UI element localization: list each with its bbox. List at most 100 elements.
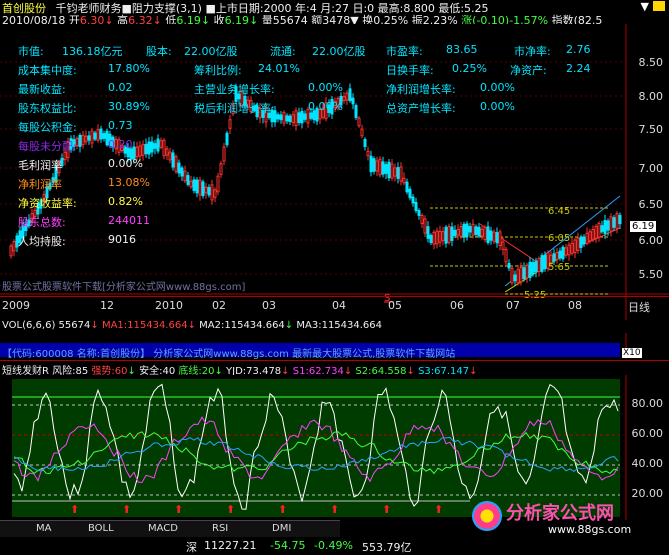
arrow-down-icon: ↓	[187, 320, 196, 331]
fund-value: 0.25%	[452, 62, 487, 75]
candle-body	[141, 144, 145, 156]
fund-label: 股本:	[146, 45, 172, 58]
lock-icon[interactable]	[653, 1, 665, 11]
fund-label: 净资产:	[510, 64, 547, 77]
fund-label: 成本集中度:	[18, 64, 77, 77]
price-tick: 7.00	[638, 162, 664, 175]
buy-arrow-icon: ⬆	[330, 503, 339, 516]
arrow-down-icon: ↓	[284, 320, 294, 331]
fund-label: 总资产增长率:	[386, 102, 456, 115]
candle-body	[498, 231, 502, 246]
fund-label: 日换手率:	[386, 64, 434, 77]
candle-body	[384, 164, 388, 174]
candle-body	[366, 150, 370, 157]
candle-body	[99, 128, 103, 140]
indicator-tick: 60.00	[631, 427, 664, 440]
candle-body	[12, 241, 16, 252]
fund-label: 毛利润率	[18, 159, 62, 172]
period-label[interactable]: 日线	[628, 299, 650, 315]
fund-label: 市盈率:	[386, 45, 423, 58]
fund-value: 22.00亿股	[312, 45, 366, 58]
candle-body	[309, 112, 313, 119]
indicator-header: 短线发财R 风险:85 强势:60↓ 安全:40 底线:20↓ YJD:73.4…	[0, 360, 669, 377]
candle-body	[87, 135, 91, 141]
candle-body	[207, 187, 211, 196]
time-tick: 08	[568, 299, 582, 312]
candle-body	[147, 141, 151, 155]
fund-value: 9016	[108, 233, 136, 246]
candle-body	[462, 223, 466, 238]
candle-body	[450, 226, 454, 241]
tab-rsi[interactable]: RSI	[212, 523, 228, 534]
fund-value: 0.02	[108, 81, 133, 94]
candle-body	[435, 230, 439, 245]
tab-dmi[interactable]: DMI	[272, 523, 291, 534]
candle-body	[540, 255, 544, 272]
candle-body	[528, 261, 532, 278]
candle-body	[411, 196, 415, 204]
candle-body	[576, 237, 580, 251]
candle-body	[522, 267, 526, 280]
tab-ma[interactable]: MA	[36, 523, 51, 534]
candle-body	[423, 218, 427, 234]
candle-body	[537, 258, 541, 272]
fund-value: 0.82%	[108, 195, 143, 208]
tab-boll[interactable]: BOLL	[88, 523, 114, 534]
candle-body	[348, 88, 352, 101]
level-label-3: 5.65	[548, 262, 571, 273]
candle-body	[381, 161, 385, 175]
candle-body	[615, 213, 619, 229]
buy-arrow-icon: ⬆	[70, 503, 79, 516]
candle-body	[9, 245, 13, 257]
candle-body	[195, 179, 199, 194]
tab-macd[interactable]: MACD	[148, 523, 178, 534]
vol-ma3: MA3:115434.664	[296, 320, 383, 331]
candle-body	[597, 222, 601, 238]
candle-body	[342, 96, 346, 102]
candle-body	[288, 115, 292, 123]
candle-body	[210, 184, 214, 201]
candle-body	[405, 181, 409, 193]
candle-body	[489, 230, 493, 241]
candle-body	[594, 225, 598, 239]
candle-body	[81, 134, 85, 146]
candle-body	[291, 114, 295, 124]
fund-label: 每股未分配:	[18, 140, 77, 153]
fund-value: 0.00%	[308, 81, 343, 94]
candle-body	[363, 138, 367, 148]
candle-body	[387, 161, 391, 179]
time-tick: 05	[388, 299, 402, 312]
candle-body	[573, 239, 577, 254]
fund-label: 市值:	[18, 45, 44, 58]
fund-value: 2.76	[566, 43, 591, 56]
buy-arrow-icon: ⬆	[382, 503, 391, 516]
candle-body	[165, 148, 169, 156]
fund-value: 17.80%	[108, 62, 150, 75]
candle-body	[177, 162, 181, 174]
vol-ma1: MA1:115434.664	[101, 320, 188, 331]
candle-body	[516, 269, 520, 284]
candle-body	[414, 201, 418, 212]
fund-label: 净资收益率:	[18, 197, 77, 210]
time-tick: 02	[212, 299, 226, 312]
indicator-tick: 40.00	[631, 457, 664, 470]
candle-body	[186, 175, 190, 185]
candle-body	[390, 163, 394, 179]
candle-body	[432, 231, 436, 245]
candle-body	[294, 110, 298, 127]
candle-body	[480, 228, 484, 237]
candle-body	[285, 115, 289, 122]
candle-body	[96, 129, 100, 141]
level-label-2: 6.05	[548, 233, 571, 244]
candle-body	[138, 145, 142, 157]
candle-body	[159, 140, 163, 148]
fund-value: 136.18亿元	[62, 45, 123, 58]
candle-body	[555, 252, 559, 260]
candle-body	[531, 262, 535, 275]
dropdown-icon[interactable]: ▼	[641, 0, 649, 13]
candle-body	[372, 158, 376, 172]
candle-body	[591, 228, 595, 240]
candle-body	[495, 232, 499, 244]
candle-body	[222, 146, 226, 162]
zoom-badge[interactable]: X10	[622, 348, 642, 358]
